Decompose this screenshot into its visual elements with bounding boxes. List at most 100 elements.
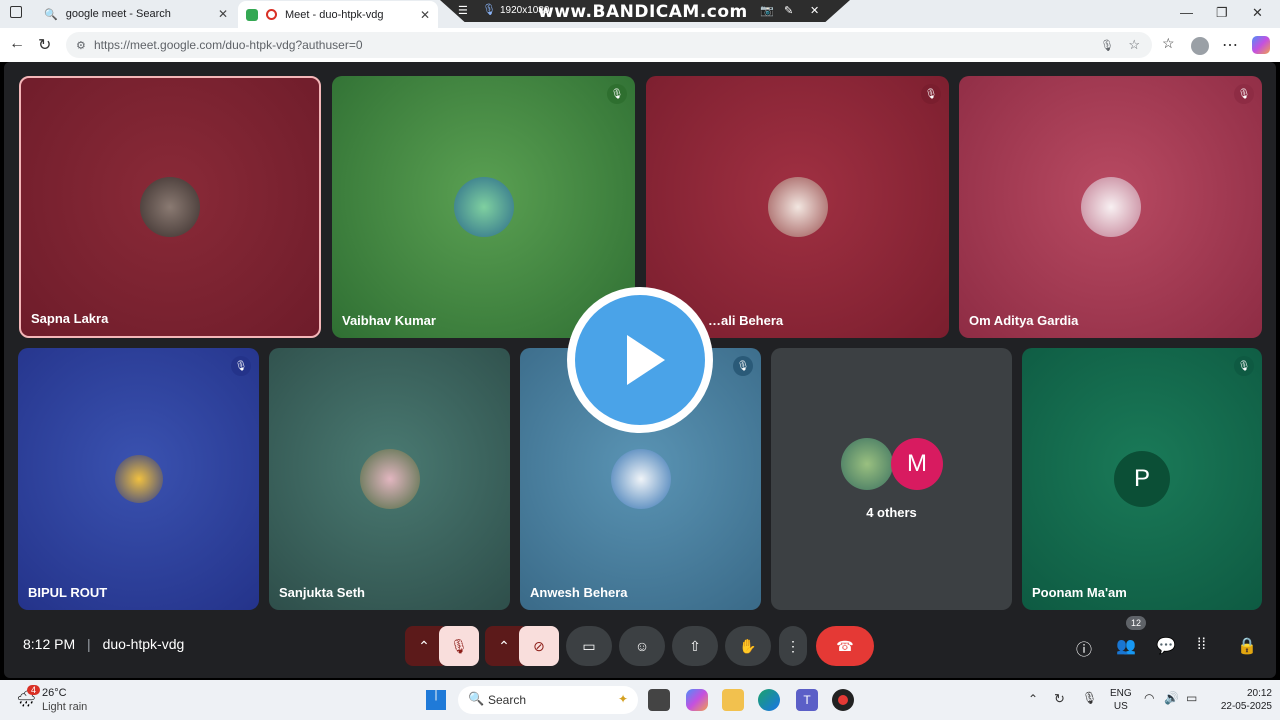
- maximize-icon[interactable]: ❐: [1216, 5, 1228, 21]
- participant-avatar: [841, 438, 893, 490]
- minimize-icon[interactable]: —: [1180, 5, 1193, 20]
- captions-button[interactable]: ▭: [566, 626, 612, 666]
- close-window-icon[interactable]: ✕: [1252, 5, 1263, 21]
- raise-hand-button[interactable]: ✋: [725, 626, 771, 666]
- others-tile[interactable]: M 4 others: [771, 348, 1012, 610]
- sync-icon[interactable]: ↻: [1054, 691, 1065, 707]
- weather-desc: Light rain: [42, 701, 88, 713]
- teams-icon[interactable]: T: [796, 689, 818, 711]
- participant-tile[interactable]: 🎙 Vaibhav Kumar: [332, 76, 635, 338]
- profile-avatar[interactable]: [1191, 37, 1209, 55]
- more-options-button[interactable]: ⋮: [779, 626, 807, 666]
- battery-icon[interactable]: ▭: [1186, 691, 1197, 705]
- audio-options-button[interactable]: ⌃: [405, 626, 443, 666]
- people-icon[interactable]: 👥: [1116, 636, 1136, 656]
- meeting-code: duo-htpk-vdg: [102, 636, 185, 652]
- participant-tile[interactable]: 🎙 P Poonam Ma'am: [1022, 348, 1262, 610]
- more-menu-icon[interactable]: ⋯: [1222, 35, 1238, 55]
- bandicam-brand: www.BANDICAM.com: [538, 2, 748, 22]
- tab-meet[interactable]: Meet - duo-htpk-vdg ✕: [238, 1, 438, 28]
- mic-off-icon: 🎙: [231, 356, 251, 376]
- present-button[interactable]: ⇧: [672, 626, 718, 666]
- tab-google-search[interactable]: 🔍 google meet - Search ✕: [36, 2, 236, 26]
- mic-off-icon: 🎙: [450, 637, 468, 654]
- taskbar-search-input[interactable]: 🔍 Search ✦: [458, 686, 638, 714]
- mic-off-icon: 🎙: [921, 84, 941, 104]
- participant-avatar: [610, 449, 671, 509]
- wifi-icon[interactable]: ◠: [1144, 691, 1154, 705]
- language-label: ENG: [1110, 688, 1132, 699]
- participant-tile[interactable]: Sapna Lakra: [19, 76, 321, 338]
- participant-avatar: [140, 177, 200, 237]
- camera-toggle-button[interactable]: ⊘: [519, 626, 559, 666]
- search-icon: 🔍: [468, 691, 485, 706]
- volume-icon[interactable]: 🔊: [1164, 691, 1179, 705]
- windows-start-icon[interactable]: [426, 690, 446, 710]
- tab-actions-icon[interactable]: [10, 6, 22, 18]
- search-placeholder: Search: [488, 693, 527, 707]
- bookmark-star-icon[interactable]: ☆: [1128, 37, 1140, 53]
- url-text: https://meet.google.com/duo-htpk-vdg?aut…: [94, 38, 363, 52]
- weather-widget[interactable]: 🌧 4 26°C Light rain: [14, 685, 134, 715]
- participant-avatar: [114, 455, 163, 503]
- mic-off-icon: 🎙: [1234, 84, 1254, 104]
- chat-icon[interactable]: 💬: [1156, 636, 1176, 656]
- participant-avatar: [453, 177, 514, 237]
- present-screen-icon: ⇧: [689, 637, 701, 654]
- back-icon[interactable]: ←: [9, 35, 25, 53]
- participant-tile[interactable]: 🎙 …ali Behera: [646, 76, 949, 338]
- language-indicator[interactable]: ENG US: [1110, 687, 1132, 713]
- close-overlay-icon[interactable]: ✕: [810, 4, 819, 17]
- site-info-icon[interactable]: ⚙: [76, 39, 86, 52]
- end-call-button[interactable]: ☎: [816, 626, 874, 666]
- meeting-clock: 8:12 PM | duo-htpk-vdg: [23, 636, 184, 652]
- hang-up-icon: ☎: [836, 637, 854, 654]
- current-time: 8:12 PM: [23, 636, 76, 652]
- tray-chevron-icon[interactable]: ⌃: [1028, 692, 1038, 706]
- meet-favicon-icon: [246, 8, 258, 21]
- clock-area[interactable]: 20:12 22-05-2025: [1206, 687, 1272, 713]
- participant-avatar: [1080, 177, 1141, 237]
- activities-icon[interactable]: ⁞⁞: [1197, 636, 1206, 654]
- copilot-taskbar-icon[interactable]: [686, 689, 708, 711]
- participant-name: …ali Behera: [708, 313, 784, 328]
- tab-title: Meet - duo-htpk-vdg: [285, 8, 384, 21]
- play-button[interactable]: [567, 287, 713, 433]
- task-view-icon[interactable]: [648, 689, 670, 711]
- participant-name: BIPUL ROUT: [28, 585, 108, 600]
- participant-tile[interactable]: 🎙 Om Aditya Gardia: [959, 76, 1262, 338]
- reactions-button[interactable]: ☺: [619, 626, 665, 666]
- bandicam-overlay: ☰ 🎙 1920x1080 www.BANDICAM.com 📷 ✎ ✕: [440, 0, 850, 22]
- participant-name: Poonam Ma'am: [1032, 585, 1127, 600]
- mic-tray-icon[interactable]: 🎙: [1082, 691, 1097, 705]
- favorites-icon[interactable]: ☆: [1162, 35, 1175, 52]
- mic-toggle-button[interactable]: 🎙: [439, 626, 479, 666]
- copilot-icon[interactable]: [1252, 36, 1270, 54]
- url-input[interactable]: ⚙ https://meet.google.com/duo-htpk-vdg?a…: [66, 32, 1152, 58]
- reload-icon[interactable]: ↻: [38, 35, 51, 55]
- windows-taskbar: 🌧 4 26°C Light rain 🔍 Search ✦ T ⌃ ↻ 🎙 E…: [0, 680, 1280, 720]
- taskbar-date: 22-05-2025: [1220, 701, 1272, 712]
- video-options-button[interactable]: ⌃: [485, 626, 523, 666]
- tab-title: google meet - Search: [65, 8, 171, 20]
- close-tab-icon[interactable]: ✕: [218, 7, 228, 21]
- pencil-icon[interactable]: ✎: [784, 4, 793, 17]
- mic-indicator-icon[interactable]: 🎙: [1100, 39, 1114, 52]
- participant-tile[interactable]: 🎙 BIPUL ROUT: [18, 348, 259, 610]
- bandicam-record-icon[interactable]: [832, 689, 854, 711]
- participant-name: Anwesh Behera: [530, 585, 628, 600]
- host-controls-icon[interactable]: 🔒: [1237, 636, 1257, 656]
- meeting-info-icon[interactable]: ⓘ: [1076, 636, 1092, 660]
- edge-icon[interactable]: [758, 689, 780, 711]
- close-tab-icon[interactable]: ✕: [420, 8, 430, 22]
- menu-icon[interactable]: ☰: [458, 4, 468, 17]
- participant-avatar: [767, 177, 828, 237]
- camera-icon[interactable]: 📷: [760, 4, 774, 17]
- browser-tab-bar: 🔍 google meet - Search ✕ Meet - duo-htpk…: [0, 0, 1280, 28]
- participant-name: Sapna Lakra: [31, 311, 109, 326]
- participant-name: Vaibhav Kumar: [342, 313, 436, 328]
- mic-off-icon: 🎙: [733, 356, 753, 376]
- play-triangle-icon: [627, 335, 665, 385]
- file-explorer-icon[interactable]: [722, 689, 744, 711]
- participant-tile[interactable]: Sanjukta Seth: [269, 348, 510, 610]
